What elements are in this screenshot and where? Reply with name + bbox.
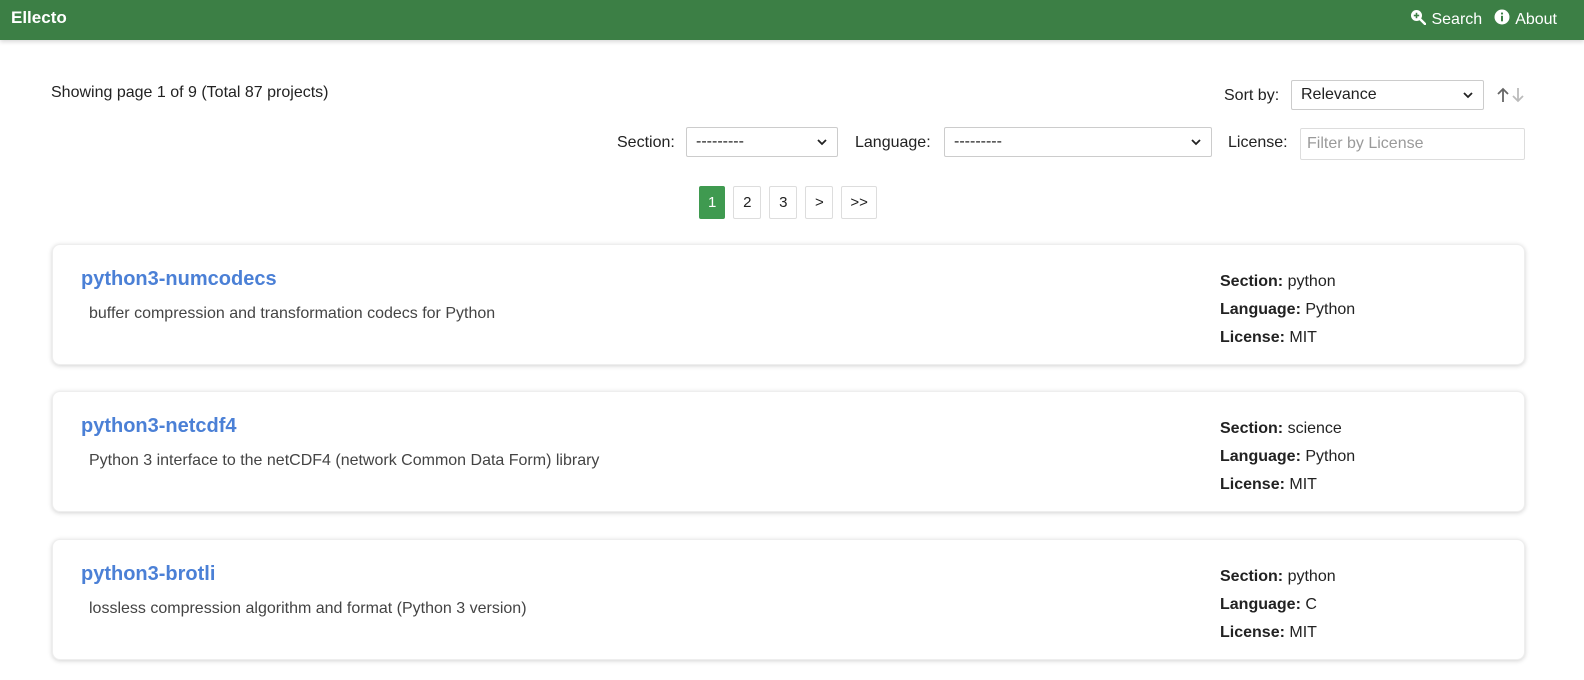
- project-description: buffer compression and transformation co…: [89, 305, 496, 322]
- project-license: License: MIT: [1220, 624, 1317, 641]
- sort-label: Sort by:: [1224, 87, 1280, 104]
- project-section: Section: python: [1220, 568, 1336, 585]
- project-title-link[interactable]: python3-numcodecs: [81, 268, 277, 291]
- nav-links: Search About: [1410, 9, 1557, 30]
- last-page-button[interactable]: >>: [841, 186, 877, 219]
- project-license: License: MIT: [1220, 329, 1317, 346]
- pagination: 1 2 3 > >>: [699, 186, 877, 219]
- sort-direction-toggle[interactable]: [1496, 86, 1525, 104]
- section-filter-select[interactable]: ---------: [686, 127, 838, 157]
- project-license: License: MIT: [1220, 476, 1317, 493]
- brand-logo[interactable]: Ellecto: [11, 8, 67, 28]
- chevron-down-icon: [1191, 139, 1201, 146]
- project-language: Language: Python: [1220, 448, 1356, 465]
- nav-about-label: About: [1515, 10, 1557, 28]
- project-title-link[interactable]: python3-netcdf4: [81, 415, 237, 438]
- project-meta: Section: python Language: C License: MIT: [1220, 563, 1336, 647]
- project-card: python3-netcdf4 Python 3 interface to th…: [52, 391, 1525, 512]
- project-card: python3-brotli lossless compression algo…: [52, 539, 1525, 660]
- project-description: Python 3 interface to the netCDF4 (netwo…: [89, 452, 600, 469]
- project-meta: Section: python Language: Python License…: [1220, 268, 1355, 352]
- sort-select[interactable]: Relevance: [1291, 80, 1484, 110]
- section-filter-label: Section:: [617, 134, 675, 151]
- language-filter-select[interactable]: ---------: [944, 127, 1212, 157]
- results-status: Showing page 1 of 9 (Total 87 projects): [51, 84, 329, 101]
- project-description: lossless compression algorithm and forma…: [89, 600, 527, 617]
- search-plus-icon: [1410, 9, 1427, 30]
- page-2-button[interactable]: 2: [733, 186, 762, 219]
- navbar: Ellecto Search About: [0, 0, 1584, 40]
- next-page-button[interactable]: >: [805, 186, 834, 219]
- language-selected-value: ---------: [954, 133, 1002, 150]
- project-card: python3-numcodecs buffer compression and…: [52, 244, 1525, 365]
- chevron-down-icon: [817, 139, 827, 146]
- chevron-down-icon: [1463, 92, 1473, 99]
- page-1-button[interactable]: 1: [699, 186, 726, 219]
- info-circle-icon: [1494, 9, 1510, 30]
- nav-search-link[interactable]: Search: [1410, 9, 1482, 30]
- project-section: Section: python: [1220, 273, 1336, 290]
- language-filter-label: Language:: [855, 134, 931, 151]
- project-meta: Section: science Language: Python Licens…: [1220, 415, 1355, 499]
- sort-selected-value: Relevance: [1301, 86, 1377, 103]
- nav-search-label: Search: [1431, 10, 1483, 28]
- license-filter-label: License:: [1228, 134, 1288, 151]
- section-selected-value: ---------: [696, 133, 744, 150]
- project-language: Language: C: [1220, 596, 1317, 613]
- arrow-down-icon[interactable]: [1511, 86, 1525, 104]
- nav-about-link[interactable]: About: [1494, 9, 1557, 30]
- project-section: Section: science: [1220, 420, 1342, 437]
- project-language: Language: Python: [1220, 301, 1356, 318]
- arrow-up-icon[interactable]: [1496, 86, 1510, 104]
- page-3-button[interactable]: 3: [769, 186, 798, 219]
- project-title-link[interactable]: python3-brotli: [81, 563, 215, 586]
- license-filter-input[interactable]: [1300, 128, 1525, 160]
